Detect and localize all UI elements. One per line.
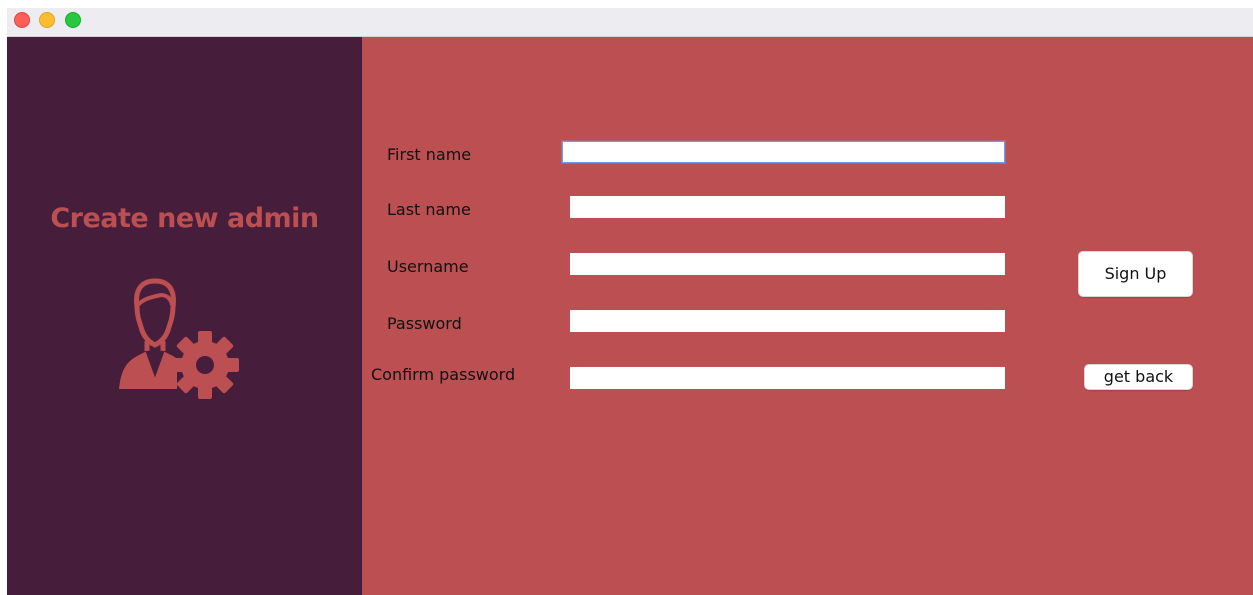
last-name-input[interactable] xyxy=(570,196,1005,218)
last-name-label: Last name xyxy=(387,200,471,219)
minimize-window-button[interactable] xyxy=(39,12,55,28)
page-title: Create new admin xyxy=(50,203,319,234)
maximize-window-button[interactable] xyxy=(65,12,81,28)
sign-up-button[interactable]: Sign Up xyxy=(1078,251,1193,297)
username-label: Username xyxy=(387,257,469,276)
first-name-label: First name xyxy=(387,145,472,164)
password-input[interactable] xyxy=(570,310,1005,332)
confirm-password-label: Confirm password xyxy=(371,365,516,384)
first-name-input[interactable] xyxy=(562,141,1005,163)
sidebar-panel: Create new admin xyxy=(7,37,362,595)
confirm-password-input[interactable] xyxy=(570,367,1005,389)
password-label: Password xyxy=(387,314,462,333)
get-back-button[interactable]: get back xyxy=(1084,364,1193,390)
admin-settings-icon xyxy=(117,277,241,403)
signup-form-panel: First name Last name Username Password C… xyxy=(362,37,1253,595)
app-window: Create new admin First name Last name Us… xyxy=(7,8,1253,595)
close-window-button[interactable] xyxy=(14,12,30,28)
title-bar xyxy=(7,8,1253,37)
username-input[interactable] xyxy=(570,253,1005,275)
